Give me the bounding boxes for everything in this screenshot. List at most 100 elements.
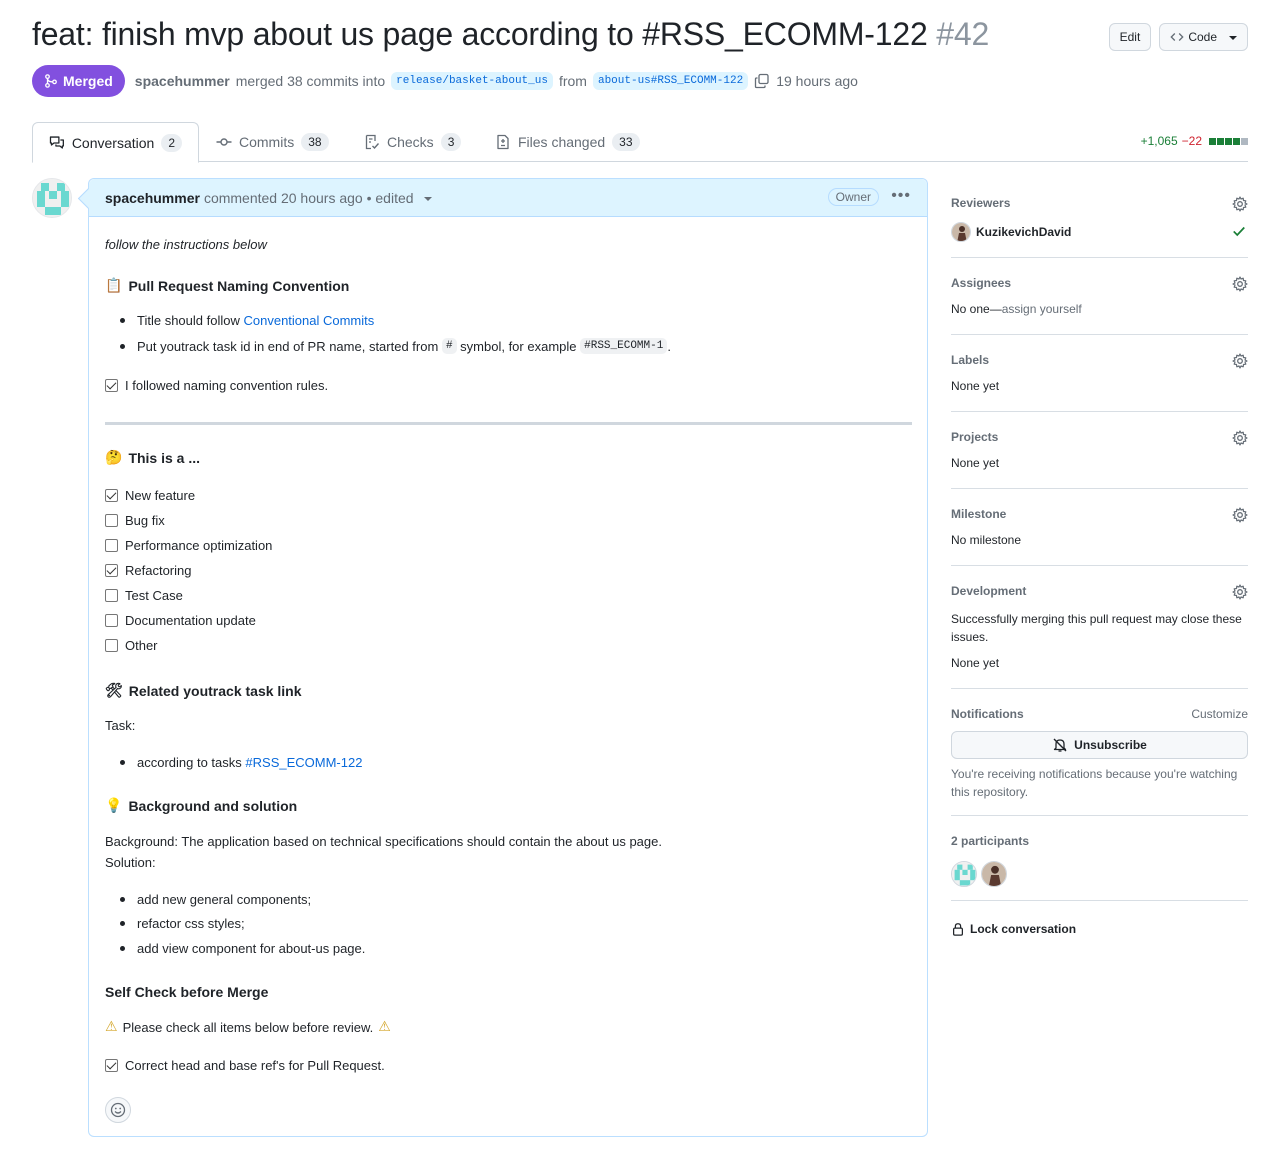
gear-icon[interactable]: [1232, 276, 1248, 292]
lock-conversation-link[interactable]: Lock conversation: [951, 922, 1076, 936]
kebab-menu-icon[interactable]: •••: [891, 187, 911, 205]
code-icon: [1170, 33, 1184, 41]
comment-meta[interactable]: commented 20 hours ago • edited: [204, 190, 414, 206]
light-bulb-icon: 💡: [105, 798, 123, 814]
avatar[interactable]: [951, 861, 977, 887]
chevron-down-icon[interactable]: [423, 196, 432, 201]
tab-files-changed[interactable]: Files changed 33: [479, 122, 656, 162]
task-checkbox[interactable]: [105, 539, 118, 552]
checkbox-label: New feature: [125, 488, 196, 503]
milestone-title[interactable]: Milestone: [951, 507, 1248, 521]
participants-avatars: [951, 861, 1007, 887]
thinking-face-icon: 🤔: [105, 450, 123, 466]
tab-counter: 38: [301, 133, 329, 151]
gear-icon[interactable]: [1232, 507, 1248, 523]
head-branch[interactable]: about-us#RSS_ECOMM-122: [592, 72, 749, 90]
tab-checks[interactable]: Checks 3: [348, 122, 477, 162]
task-checkbox[interactable]: [105, 1059, 118, 1072]
task-checkbox-row: Test Case: [97, 588, 183, 603]
task-checkbox[interactable]: [105, 564, 118, 577]
tab-commits[interactable]: Commits 38: [200, 122, 345, 162]
tab-counter: 2: [161, 133, 182, 152]
avatar[interactable]: [981, 861, 1007, 887]
task-checkbox-row: Documentation update: [97, 613, 256, 628]
file-diff-icon: [497, 134, 509, 150]
list-item-text: add view component for about-us page.: [137, 941, 366, 956]
projects-title[interactable]: Projects: [951, 430, 1248, 444]
reviewers-title[interactable]: Reviewers: [951, 196, 1248, 210]
avatar[interactable]: [951, 222, 971, 242]
development-section: Development Successfully merging this pu…: [951, 584, 1248, 689]
diffstat-blocks: [1209, 137, 1248, 145]
development-title[interactable]: Development: [951, 584, 1248, 598]
lock-icon: [953, 923, 963, 936]
labels-title[interactable]: Labels: [951, 353, 1248, 367]
comment-discussion-icon: [49, 135, 64, 149]
tab-label: Conversation: [71, 134, 155, 151]
milestone-section: Milestone No milestone: [951, 507, 1248, 566]
copy-icon[interactable]: [754, 73, 770, 89]
assign-yourself-link[interactable]: assign yourself: [1002, 302, 1082, 316]
list-item-text: .: [667, 338, 671, 354]
list-item-text: according to tasks: [137, 755, 242, 770]
smiley-icon: [110, 1102, 126, 1118]
diff-additions: +1,065: [1140, 134, 1178, 148]
naming-heading-text: Pull Request Naming Convention: [128, 278, 350, 294]
task-checkbox[interactable]: [105, 489, 118, 502]
participants-title: 2 participants: [951, 834, 1030, 848]
checkbox-label: Performance optimization: [125, 538, 273, 553]
merge-action-text: merged 38 commits into: [235, 73, 386, 89]
pr-title: feat: finish mvp about us page according…: [32, 16, 989, 53]
task-checkbox[interactable]: [105, 639, 118, 652]
list-item: Put youtrack task id in end of PR name, …: [105, 338, 671, 354]
checkbox-label: Other: [125, 638, 158, 653]
task-checkbox[interactable]: [105, 589, 118, 602]
task-label: Task:: [105, 718, 136, 733]
gear-icon[interactable]: [1232, 430, 1248, 446]
base-branch[interactable]: release/basket-about_us: [391, 72, 553, 90]
add-reaction-button[interactable]: [105, 1097, 131, 1123]
task-heading: 🛠 Related youtrack task link: [105, 683, 302, 699]
conventional-commits-link[interactable]: Conventional Commits: [243, 313, 374, 328]
projects-value: None yet: [951, 456, 1000, 470]
hammer-wrench-icon: 🛠: [105, 683, 123, 699]
checkbox-label: Test Case: [125, 588, 183, 603]
list-item-text: Put youtrack task id in end of PR name, …: [137, 338, 439, 354]
assignees-title[interactable]: Assignees: [951, 276, 1248, 290]
labels-section: Labels None yet: [951, 353, 1248, 412]
task-checkbox[interactable]: [105, 514, 118, 527]
comment-header: spacehummer commented 20 hours ago • edi…: [89, 179, 927, 217]
tab-label: Checks: [387, 134, 434, 150]
unsubscribe-label: Unsubscribe: [1074, 738, 1147, 752]
list-item-text: add new general components;: [137, 892, 312, 907]
gear-icon[interactable]: [1232, 584, 1248, 600]
tab-conversation[interactable]: Conversation 2: [32, 122, 199, 163]
task-link[interactable]: #RSS_ECOMM-122: [245, 755, 362, 770]
gear-icon[interactable]: [1232, 353, 1248, 369]
checkbox-label: Bug fix: [125, 513, 165, 528]
avatar[interactable]: [32, 178, 72, 218]
comment-author[interactable]: spacehummer: [105, 190, 200, 206]
reviewer-name[interactable]: KuzikevichDavid: [976, 225, 1071, 239]
bell-slash-icon: [1053, 738, 1067, 752]
solution-label: Solution:: [105, 855, 156, 870]
task-checkbox[interactable]: [105, 614, 118, 627]
pr-number: #42: [936, 16, 990, 52]
merge-author[interactable]: spacehummer: [135, 73, 230, 89]
owner-badge: Owner: [827, 188, 879, 206]
customize-link[interactable]: Customize: [1191, 707, 1248, 721]
checklist-icon: [365, 134, 380, 150]
naming-heading: 📋 Pull Request Naming Convention: [105, 278, 349, 294]
notifications-section: Notifications Customize Unsubscribe You'…: [951, 707, 1248, 816]
code-button[interactable]: Code: [1159, 23, 1248, 51]
warning-text: Please check all items below before revi…: [122, 1019, 374, 1035]
git-commit-icon: [216, 138, 232, 146]
warning-line: ⚠ Please check all items below before re…: [105, 1019, 391, 1035]
task-checkbox-row: Bug fix: [97, 513, 165, 528]
task-checkbox[interactable]: [105, 379, 118, 392]
unsubscribe-button[interactable]: Unsubscribe: [951, 731, 1248, 759]
list-item: refactor css styles;: [105, 916, 245, 931]
milestone-value: No milestone: [951, 533, 1022, 547]
gear-icon[interactable]: [1232, 196, 1248, 212]
edit-button[interactable]: Edit: [1108, 23, 1152, 51]
